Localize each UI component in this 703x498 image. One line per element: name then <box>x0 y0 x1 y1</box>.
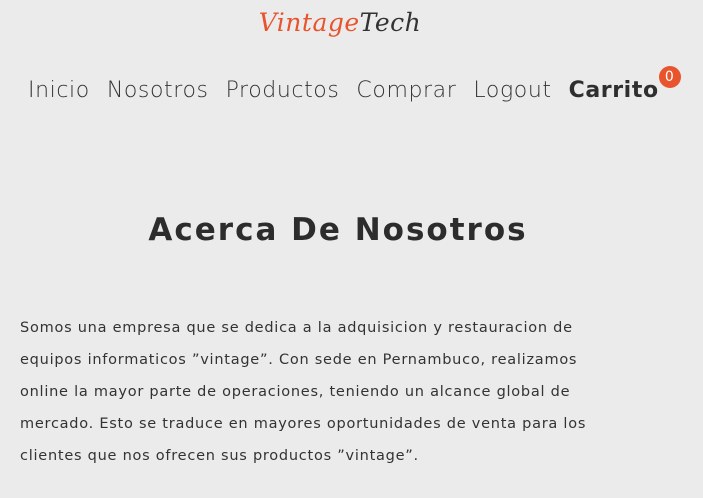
page-title: Acerca De Nosotros <box>148 212 528 248</box>
cart-label: Carrito <box>568 78 659 103</box>
logo-text-tech: Tech <box>359 8 422 37</box>
nav-link-comprar[interactable]: Comprar <box>356 78 456 103</box>
cart-count-badge: 0 <box>658 66 681 88</box>
nav-link-carrito[interactable]: Carrito 0 <box>568 66 681 103</box>
nav-link-productos[interactable]: Productos <box>226 78 340 103</box>
nav-link-inicio[interactable]: Inicio <box>28 78 90 103</box>
site-logo[interactable]: VintageTech <box>0 8 680 37</box>
nav-link-nosotros[interactable]: Nosotros <box>107 78 209 103</box>
main-nav: Inicio Nosotros Productos Comprar Logout… <box>28 66 681 103</box>
about-paragraph: Somos una empresa que se dedica a la adq… <box>20 320 587 464</box>
nav-link-logout[interactable]: Logout <box>473 78 551 103</box>
logo-text-vintage: Vintage <box>258 8 360 37</box>
